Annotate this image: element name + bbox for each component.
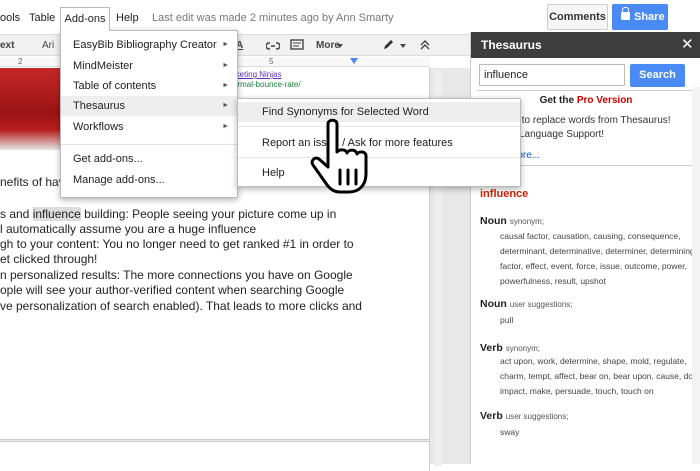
doc-line: ve personalization of search enabled). T… — [0, 299, 362, 313]
menu-item-manage-addons[interactable]: Manage add-ons... — [61, 170, 237, 190]
menu-item-thesaurus[interactable]: Thesaurus ► — [61, 96, 237, 116]
doc-link-marketing-ninjas[interactable]: rketing Ninjas — [233, 70, 281, 79]
menu-addons[interactable]: Add-ons — [60, 7, 110, 31]
panel-divider — [477, 90, 692, 91]
menu-item-workflows[interactable]: Workflows ► — [61, 117, 237, 137]
menu-item-mindmeister[interactable]: MindMeister ► — [61, 56, 237, 76]
menu-separator — [61, 144, 237, 145]
indent-marker-icon[interactable] — [350, 58, 358, 64]
result-word: influence — [480, 188, 529, 200]
thesaurus-panel: Thesaurus ✕ Search Get the Pro Version c… — [470, 32, 700, 464]
submenu-arrow-icon: ► — [222, 82, 229, 89]
submenu-arrow-icon: ► — [222, 41, 229, 48]
comment-icon[interactable] — [290, 39, 304, 52]
text-style-select[interactable]: ext — [0, 40, 14, 51]
menu-item-label: Get add-ons... — [73, 153, 143, 165]
pos-label: Noun — [480, 298, 507, 310]
doc-line: n personalized results: The more connect… — [0, 268, 353, 282]
synonym-list[interactable]: pull — [500, 313, 696, 328]
menu-tools[interactable]: ools — [0, 12, 20, 24]
menu-item-label: Thesaurus — [73, 100, 125, 112]
menu-item-label: Table of contents — [73, 80, 157, 92]
doc-text: building: People seeing your picture com… — [80, 207, 337, 221]
pos-sub: user suggestions; — [509, 300, 573, 309]
sense-pos: Verb synonym; — [480, 342, 540, 354]
menu-item-table-of-contents[interactable]: Table of contents ► — [61, 76, 237, 96]
close-icon[interactable]: ✕ — [681, 36, 694, 54]
menu-item-label: EasyBib Bibliography Creator — [73, 39, 217, 51]
font-select[interactable]: Ari — [42, 40, 54, 51]
share-button[interactable]: Share — [612, 4, 668, 30]
sense-pos: Verb user suggestions; — [480, 410, 568, 422]
comments-button[interactable]: Comments — [547, 4, 608, 30]
panel-scrollbar[interactable] — [692, 87, 700, 464]
mode-chevron-icon — [400, 44, 406, 48]
sense-pos: Noun synonym; — [480, 215, 544, 227]
submenu-arrow-icon: ► — [222, 62, 229, 69]
addons-menu: EasyBib Bibliography Creator ► MindMeiste… — [60, 30, 238, 198]
collapse-icon[interactable] — [419, 39, 431, 51]
doc-line: l automatically assume you are a huge in… — [0, 222, 257, 236]
ruler-mark-2: 2 — [18, 57, 23, 66]
ruler-mark-5: 5 — [269, 57, 274, 66]
menu-help[interactable]: Help — [116, 12, 139, 24]
pencil-icon[interactable] — [382, 39, 396, 51]
synonym-list[interactable]: causal factor, causation, causing, conse… — [500, 229, 696, 289]
sense-pos: Noun user suggestions; — [480, 298, 573, 310]
last-edit-status[interactable]: Last edit was made 2 minutes ago by Ann … — [152, 12, 394, 24]
more-chevron-icon — [337, 44, 343, 48]
selected-word[interactable]: influence — [32, 207, 81, 221]
menu-item-label: Workflows — [73, 121, 124, 133]
lock-icon — [621, 7, 630, 20]
link-icon[interactable] — [266, 40, 280, 52]
doc-text: s and — [0, 207, 33, 221]
share-label: Share — [634, 11, 665, 23]
pro-version-link[interactable]: Pro Version — [577, 95, 633, 106]
pro-prefix: Get the — [539, 95, 577, 106]
search-input[interactable] — [479, 64, 625, 86]
doc-link-bounce-rate[interactable]: ormal-bounce-rate/ — [233, 80, 301, 89]
pos-label: Noun — [480, 215, 507, 227]
pos-sub: synonym; — [505, 344, 540, 353]
panel-title: Thesaurus — [481, 38, 542, 52]
doc-line: s and influence building: People seeing … — [0, 207, 336, 222]
menu-item-label: Manage add-ons... — [73, 174, 165, 186]
doc-line: nefits of hav — [0, 175, 65, 189]
menu-table[interactable]: Table — [29, 12, 55, 24]
doc-line: gh to your content: You no longer need t… — [0, 237, 354, 251]
hand-cursor-icon — [310, 118, 368, 194]
search-button[interactable]: Search — [630, 64, 685, 87]
doc-line: ople will see your author-verified conte… — [0, 283, 345, 297]
panel-header: Thesaurus ✕ — [471, 32, 700, 58]
submenu-arrow-icon: ► — [222, 102, 229, 109]
synonym-list[interactable]: sway — [500, 425, 696, 440]
synonym-list[interactable]: act upon, work, determine, shape, mold, … — [500, 354, 696, 399]
pos-sub: synonym; — [509, 217, 545, 226]
menu-item-get-addons[interactable]: Get add-ons... — [61, 149, 237, 169]
pro-feature-line: lti Language Support! — [509, 129, 605, 140]
pro-feature-line: ck to replace words from Thesaurus! — [509, 115, 671, 126]
submenu-arrow-icon: ► — [222, 123, 229, 130]
pos-label: Verb — [480, 342, 503, 354]
doc-line: et clicked through! — [0, 252, 98, 266]
document-next-page[interactable] — [0, 441, 430, 471]
menu-item-label: MindMeister — [73, 60, 133, 72]
pos-sub: user suggestions; — [505, 412, 569, 421]
menu-item-easybib[interactable]: EasyBib Bibliography Creator ► — [61, 35, 237, 55]
pos-label: Verb — [480, 410, 503, 422]
